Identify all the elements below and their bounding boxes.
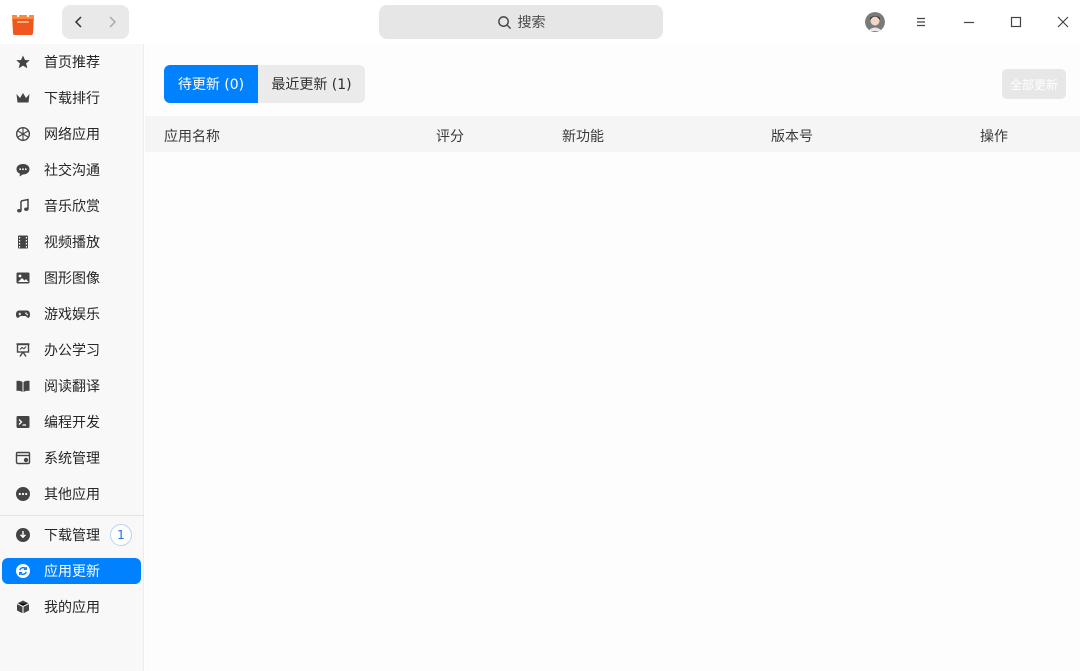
history-nav <box>62 5 129 39</box>
sidebar-item-video[interactable]: 视频播放 <box>2 229 141 255</box>
crown-icon <box>15 90 31 106</box>
sidebar-item-label: 我的应用 <box>44 600 100 616</box>
sidebar-item-system[interactable]: 系统管理 <box>2 445 141 471</box>
sidebar-item-office[interactable]: 办公学习 <box>2 337 141 363</box>
sidebar-item-label: 游戏娱乐 <box>44 307 100 323</box>
sidebar-item-my-apps[interactable]: 我的应用 <box>2 594 141 620</box>
sidebar-item-label: 下载管理 <box>44 528 100 544</box>
search-label: 搜索 <box>517 15 546 31</box>
avatar-icon <box>865 12 885 32</box>
sidebar-item-label: 社交沟通 <box>44 163 100 179</box>
search-input[interactable]: 搜索 <box>379 5 663 39</box>
minimize-icon <box>964 21 974 24</box>
minimize-button[interactable] <box>953 6 985 38</box>
sidebar-item-label: 图形图像 <box>44 271 100 287</box>
maximize-button[interactable] <box>1000 6 1032 38</box>
chevron-left-icon <box>74 16 82 28</box>
sidebar-item-reading[interactable]: 阅读翻译 <box>2 373 141 399</box>
system-window-icon <box>15 450 31 466</box>
sidebar-item-others[interactable]: 其他应用 <box>2 481 141 507</box>
book-icon <box>15 378 31 394</box>
column-header-app-name: 应用名称 <box>164 129 220 145</box>
back-button[interactable] <box>62 5 95 39</box>
refresh-icon <box>15 563 31 579</box>
sidebar-item-label: 其他应用 <box>44 487 100 503</box>
user-avatar[interactable] <box>865 12 885 32</box>
sidebar-item-label: 阅读翻译 <box>44 379 100 395</box>
close-button[interactable] <box>1047 6 1079 38</box>
film-icon <box>15 234 31 250</box>
close-icon <box>1057 16 1069 28</box>
sidebar-item-download-ranking[interactable]: 下载排行 <box>2 85 141 111</box>
sidebar-item-app-updates[interactable]: 应用更新 <box>2 558 141 584</box>
sidebar-item-label: 音乐欣赏 <box>44 199 100 215</box>
chevron-right-icon <box>108 16 116 28</box>
sidebar-divider <box>0 515 144 516</box>
maximize-icon <box>1010 16 1022 28</box>
sidebar-item-label: 应用更新 <box>44 564 100 580</box>
sidebar-item-music[interactable]: 音乐欣赏 <box>2 193 141 219</box>
table-header: 应用名称 评分 新功能 版本号 操作 <box>145 116 1080 152</box>
download-icon <box>15 527 31 543</box>
column-header-version: 版本号 <box>771 129 813 145</box>
sidebar-item-label: 视频播放 <box>44 235 100 251</box>
gamepad-icon <box>15 306 31 322</box>
sidebar-item-label: 网络应用 <box>44 127 100 143</box>
column-header-new-features: 新功能 <box>562 129 604 145</box>
sidebar: 首页推荐 下载排行 网络应用 社交沟通 音乐欣赏 视频播放 图形图像 游戏娱乐 … <box>0 44 144 671</box>
sidebar-item-programming[interactable]: 编程开发 <box>2 409 141 435</box>
menu-icon <box>917 17 925 27</box>
star-icon <box>15 54 31 70</box>
chat-icon <box>15 162 31 178</box>
image-icon <box>15 270 31 286</box>
more-dots-icon <box>15 486 31 502</box>
sidebar-item-label: 办公学习 <box>44 343 100 359</box>
column-header-rating: 评分 <box>436 129 464 145</box>
sidebar-item-network-apps[interactable]: 网络应用 <box>2 121 141 147</box>
main-content: 待更新 (0) 最近更新 (1) 全部更新 应用名称 评分 新功能 版本号 操作 <box>145 44 1080 671</box>
title-bar: 搜索 <box>0 0 1080 44</box>
terminal-icon <box>15 414 31 430</box>
search-icon <box>497 15 511 29</box>
sidebar-item-label: 下载排行 <box>44 91 100 107</box>
column-header-actions: 操作 <box>980 129 1008 145</box>
sidebar-item-games[interactable]: 游戏娱乐 <box>2 301 141 327</box>
sidebar-item-graphics[interactable]: 图形图像 <box>2 265 141 291</box>
sidebar-item-label: 首页推荐 <box>44 55 100 71</box>
sidebar-item-social[interactable]: 社交沟通 <box>2 157 141 183</box>
download-count-badge: 1 <box>110 524 132 546</box>
update-all-button[interactable]: 全部更新 <box>1002 69 1066 99</box>
music-note-icon <box>15 198 31 214</box>
presentation-icon <box>15 342 31 358</box>
sidebar-item-download-manager[interactable]: 下载管理 1 <box>2 522 141 548</box>
cube-icon <box>15 599 31 615</box>
forward-button[interactable] <box>95 5 128 39</box>
menu-button[interactable] <box>905 6 937 38</box>
sidebar-item-label: 编程开发 <box>44 415 100 431</box>
app-store-logo-icon <box>9 8 37 36</box>
sidebar-item-home-recommend[interactable]: 首页推荐 <box>2 49 141 75</box>
tab-recent-updates[interactable]: 最近更新 (1) <box>258 65 365 103</box>
sidebar-item-label: 系统管理 <box>44 451 100 467</box>
tab-pending-updates[interactable]: 待更新 (0) <box>164 65 258 103</box>
globe-icon <box>15 126 31 142</box>
